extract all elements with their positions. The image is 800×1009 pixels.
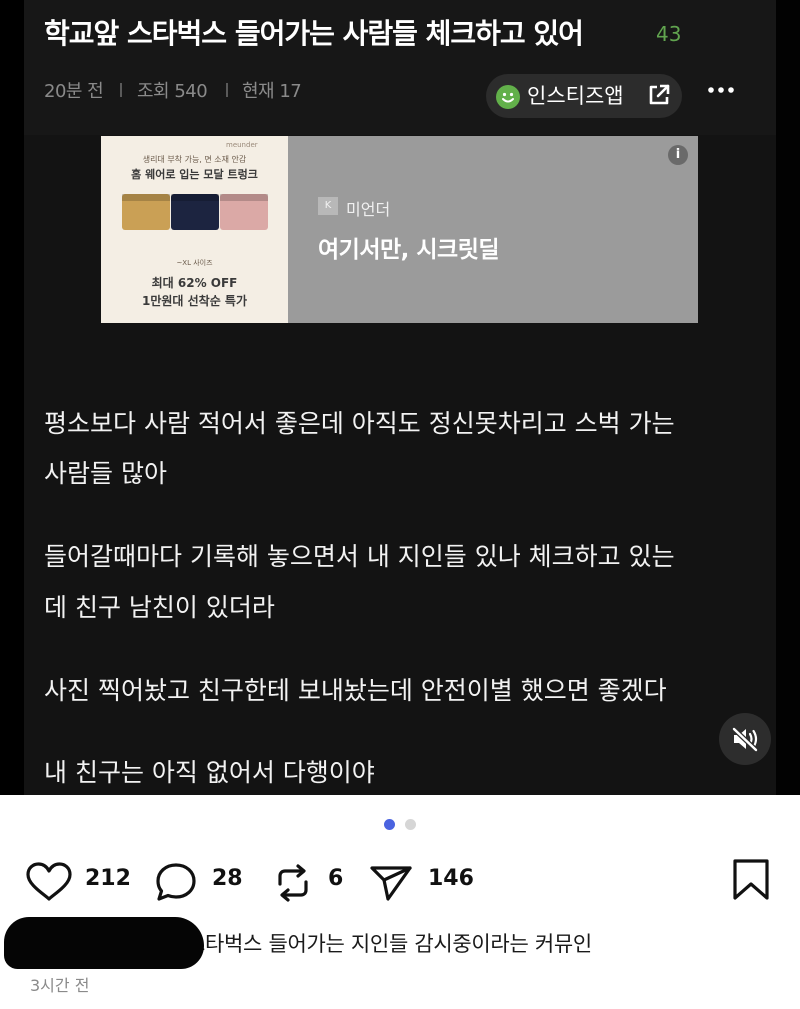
meta-divider (120, 83, 122, 97)
ad-advertiser-badge: K (318, 197, 338, 215)
repost-count: 6 (328, 866, 344, 891)
more-icon[interactable] (707, 78, 737, 106)
ad-sale: 1만원대 선착순 특가 (141, 294, 248, 308)
ad-image-title: 홈 웨어로 입는 모달 트렁크 (131, 168, 258, 181)
ad-advertiser-name: 미언더 (346, 200, 391, 219)
ad-discount: 최대 62% OFF (151, 276, 238, 290)
ad-size-label: ~XL 사이즈 (176, 259, 213, 267)
post-caption: 스타벅스 들어가는 지인들 감시중이라는 커뮤인 (186, 932, 592, 956)
product-shorts-image (220, 194, 268, 230)
post-body-line: 데 친구 남친이 있더라 (44, 593, 275, 622)
send-icon (370, 866, 412, 901)
ad-image[interactable]: meunder 생리대 부착 가능, 면 소재 안감 홈 웨어로 입는 모달 트… (101, 136, 288, 323)
ad-image-subtitle: 생리대 부착 가능, 면 소재 안감 (142, 155, 247, 164)
product-shorts-image (171, 194, 219, 230)
carousel-dot-active[interactable] (384, 819, 395, 830)
mute-button[interactable] (719, 713, 771, 765)
open-app-label[interactable]: 인스티즈앱 (527, 80, 624, 110)
post-current-viewers: 현재 17 (242, 81, 302, 102)
ad-brand-logo: meunder (226, 141, 258, 149)
post-body-line: 사진 찍어놨고 친구한테 보내놨는데 안전이별 했으면 좋겠다 (44, 676, 667, 705)
carousel-dot[interactable] (405, 819, 416, 830)
post-timestamp: 3시간 전 (30, 976, 90, 995)
comment-bubble-icon (156, 863, 196, 901)
save-button[interactable] (731, 858, 771, 906)
mute-icon (731, 726, 759, 753)
comment-count: 43 (656, 22, 682, 46)
like-button[interactable] (24, 862, 74, 906)
ad-banner[interactable]: meunder 생리대 부착 가능, 면 소재 안감 홈 웨어로 입는 모달 트… (101, 136, 698, 323)
smile-icon (496, 85, 520, 109)
external-link-icon[interactable] (646, 82, 672, 112)
post-time: 20분 전 (44, 81, 104, 102)
redacted-username (4, 917, 204, 969)
post-body-line: 사람들 많아 (44, 459, 167, 488)
like-count: 212 (85, 866, 131, 891)
panel-edge (776, 0, 800, 795)
repost-button[interactable] (272, 862, 314, 908)
post-body-line: 내 친구는 아직 없어서 다행이야 (44, 758, 375, 787)
share-count: 146 (428, 866, 474, 891)
post-views: 조회 540 (137, 81, 208, 102)
bookmark-icon (733, 859, 769, 900)
post-title: 학교앞 스타벅스 들어가는 사람들 체크하고 있어 (44, 17, 584, 50)
ad-headline[interactable]: 여기서만, 시크릿딜 (318, 230, 500, 264)
product-shorts-image (122, 194, 170, 230)
ad-info-icon[interactable]: i (668, 145, 688, 165)
post-body-line: 들어갈때마다 기록해 놓으면서 내 지인들 있나 체크하고 있는 (44, 542, 675, 571)
repost-icon (278, 864, 308, 902)
post-screenshot[interactable]: 학교앞 스타벅스 들어가는 사람들 체크하고 있어 43 20분 전 조회 54… (0, 0, 800, 795)
share-button[interactable] (368, 862, 414, 908)
comment-button[interactable] (155, 862, 201, 906)
meta-divider (226, 83, 228, 97)
post-body-line: 평소보다 사람 적어서 좋은데 아직도 정신못차리고 스벅 가는 (44, 409, 675, 438)
heart-icon (26, 862, 72, 901)
comment-count-footer: 28 (212, 866, 243, 891)
